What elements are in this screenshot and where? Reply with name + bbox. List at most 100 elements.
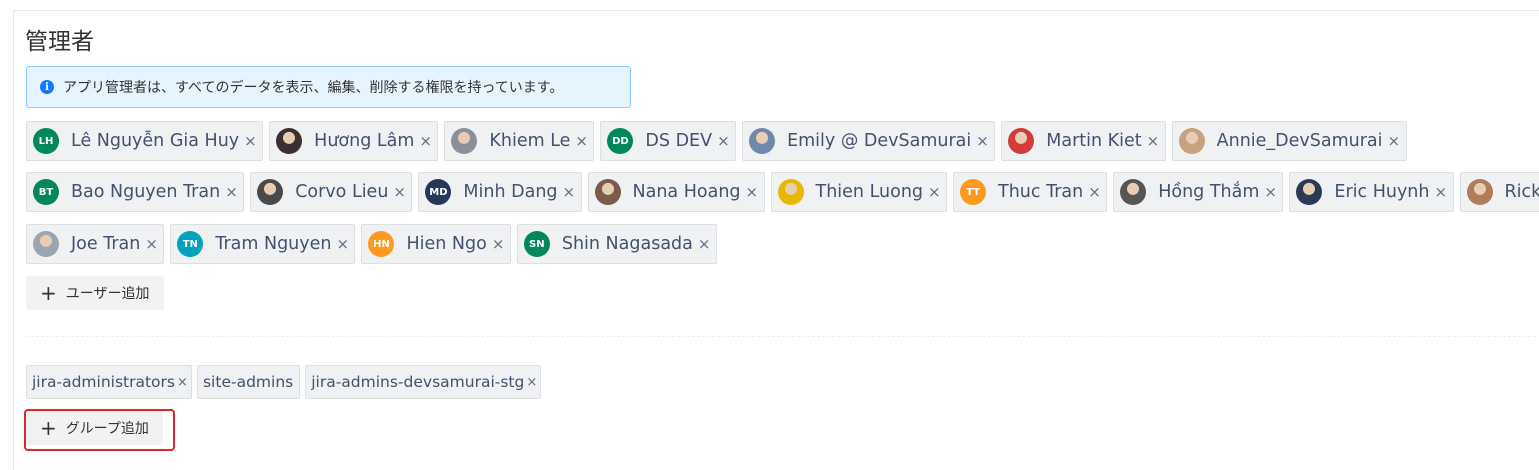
user-name: Corvo Lieu [295, 182, 388, 202]
user-chip: SN Shin Nagasada × [517, 224, 717, 264]
remove-user-icon[interactable]: × [1435, 183, 1447, 201]
user-name: Bao Nguyen Tran [71, 182, 220, 202]
user-name: Hien Ngo [406, 234, 486, 254]
user-chip: Emily @ DevSamurai × [742, 121, 995, 161]
user-name: Lê Nguyễn Gia Huy [71, 131, 239, 151]
user-avatar [1467, 179, 1493, 205]
remove-user-icon[interactable]: × [225, 183, 237, 201]
user-chip: DD DS DEV × [600, 121, 736, 161]
user-chip: Nana Hoang × [588, 172, 765, 212]
info-banner: i アプリ管理者は、すべてのデータを表示、編集、削除する権限を持っています。 [26, 66, 631, 108]
group-chip: jira-admins-devsamurai-stg× [305, 365, 541, 399]
user-avatar [1179, 128, 1205, 154]
user-name: Hồng Thắm [1158, 182, 1259, 202]
user-chip: TT Thuc Tran × [953, 172, 1107, 212]
remove-user-icon[interactable]: × [1264, 183, 1276, 201]
group-name: jira-administrators [32, 373, 175, 391]
remove-user-icon[interactable]: × [419, 132, 431, 150]
user-avatar: BT [33, 179, 59, 205]
user-name: DS DEV [645, 131, 712, 151]
user-name: Minh Dang [463, 182, 557, 202]
user-avatar [33, 231, 59, 257]
user-chip: Thien Luong× [771, 172, 948, 212]
remove-user-icon[interactable]: × [1147, 132, 1159, 150]
user-avatar: HN [368, 231, 394, 257]
user-chip: Joe Tran × [26, 224, 164, 264]
remove-user-icon[interactable]: × [928, 183, 940, 201]
user-chip: TN Tram Nguyen × [170, 224, 355, 264]
remove-user-icon[interactable]: × [492, 235, 504, 253]
user-avatar: TN [177, 231, 203, 257]
user-name: Nana Hoang [633, 182, 741, 202]
remove-user-icon[interactable]: × [563, 183, 575, 201]
user-avatar [257, 179, 283, 205]
user-row: BT Bao Nguyen Tran × Corvo Lieu × MD Minh Dang… [26, 172, 1539, 212]
group-chip: jira-administrators× [26, 365, 192, 399]
user-row: LHLê Nguyễn Gia Huy×Hương Lâm×Khiem Le×D… [26, 121, 1413, 161]
group-name: site-admins [203, 373, 293, 391]
user-chip: Hồng Thắm × [1113, 172, 1283, 212]
remove-user-icon[interactable]: × [746, 183, 758, 201]
section-title: 管理者 [25, 22, 94, 56]
user-name: Thuc Tran [998, 182, 1083, 202]
group-row: jira-administrators×site-adminsjira-admi… [26, 365, 546, 399]
user-name: Shin Nagasada [562, 234, 693, 254]
user-avatar [1120, 179, 1146, 205]
user-chip: BT Bao Nguyen Tran × [26, 172, 244, 212]
user-chip: LH Lê Nguyễn Gia Huy × [26, 121, 263, 161]
user-name: Annie_DevSamurai [1217, 131, 1383, 151]
user-chip: Corvo Lieu × [250, 172, 412, 212]
user-chip: Martin Kiet × [1001, 121, 1165, 161]
remove-group-icon[interactable]: × [526, 375, 536, 390]
group-name: jira-admins-devsamurai-stg [311, 373, 524, 391]
plus-icon: + [40, 283, 57, 303]
user-avatar: LH [33, 128, 59, 154]
user-avatar: DD [607, 128, 633, 154]
section-divider [26, 336, 1536, 337]
highlight-box [24, 409, 175, 451]
user-name: Ricky Ng [1505, 182, 1539, 202]
user-chip: Eric Huynh × [1289, 172, 1453, 212]
user-name: Joe Tran [71, 234, 140, 254]
user-row: Joe Tran × TN Tram Nguyen × HN Hien Ngo × SN Shin… [26, 224, 723, 264]
user-chip: Khiem Le × [444, 121, 594, 161]
user-chip: MD Minh Dang × [418, 172, 581, 212]
user-avatar: MD [425, 179, 451, 205]
user-avatar: TT [960, 179, 986, 205]
user-name: Eric Huynh [1334, 182, 1429, 202]
info-icon: i [40, 80, 54, 94]
user-avatar [1296, 179, 1322, 205]
info-text: アプリ管理者は、すべてのデータを表示、編集、削除する権限を持っています。 [63, 77, 563, 97]
remove-user-icon[interactable]: × [575, 132, 587, 150]
remove-user-icon[interactable]: × [244, 132, 256, 150]
remove-user-icon[interactable]: × [393, 183, 405, 201]
user-avatar [778, 179, 804, 205]
user-chip: Hương Lâm × [269, 121, 438, 161]
group-chip: site-admins [197, 365, 300, 399]
remove-user-icon[interactable]: × [145, 235, 157, 253]
user-avatar [749, 128, 775, 154]
user-chip: Annie_DevSamurai × [1172, 121, 1407, 161]
user-name: Khiem Le [489, 131, 570, 151]
remove-user-icon[interactable]: × [698, 235, 710, 253]
user-avatar: SN [524, 231, 550, 257]
user-name: Hương Lâm [314, 131, 414, 151]
add-user-button[interactable]: + ユーザー追加 [26, 276, 164, 310]
user-chip: HN Hien Ngo × [361, 224, 510, 264]
remove-user-icon[interactable]: × [976, 132, 988, 150]
user-name: Martin Kiet [1046, 131, 1141, 151]
remove-user-icon[interactable]: × [1388, 132, 1400, 150]
user-chip: Ricky Ng× [1460, 172, 1539, 212]
user-avatar [276, 128, 302, 154]
user-avatar [1008, 128, 1034, 154]
remove-group-icon[interactable]: × [177, 375, 187, 390]
user-avatar [451, 128, 477, 154]
user-avatar [595, 179, 621, 205]
remove-user-icon[interactable]: × [336, 235, 348, 253]
remove-user-icon[interactable]: × [717, 132, 729, 150]
user-name: Tram Nguyen [215, 234, 331, 254]
add-user-label: ユーザー追加 [66, 283, 150, 303]
user-name: Emily @ DevSamurai [787, 131, 971, 151]
remove-user-icon[interactable]: × [1088, 183, 1100, 201]
user-name: Thien Luong [816, 182, 924, 202]
